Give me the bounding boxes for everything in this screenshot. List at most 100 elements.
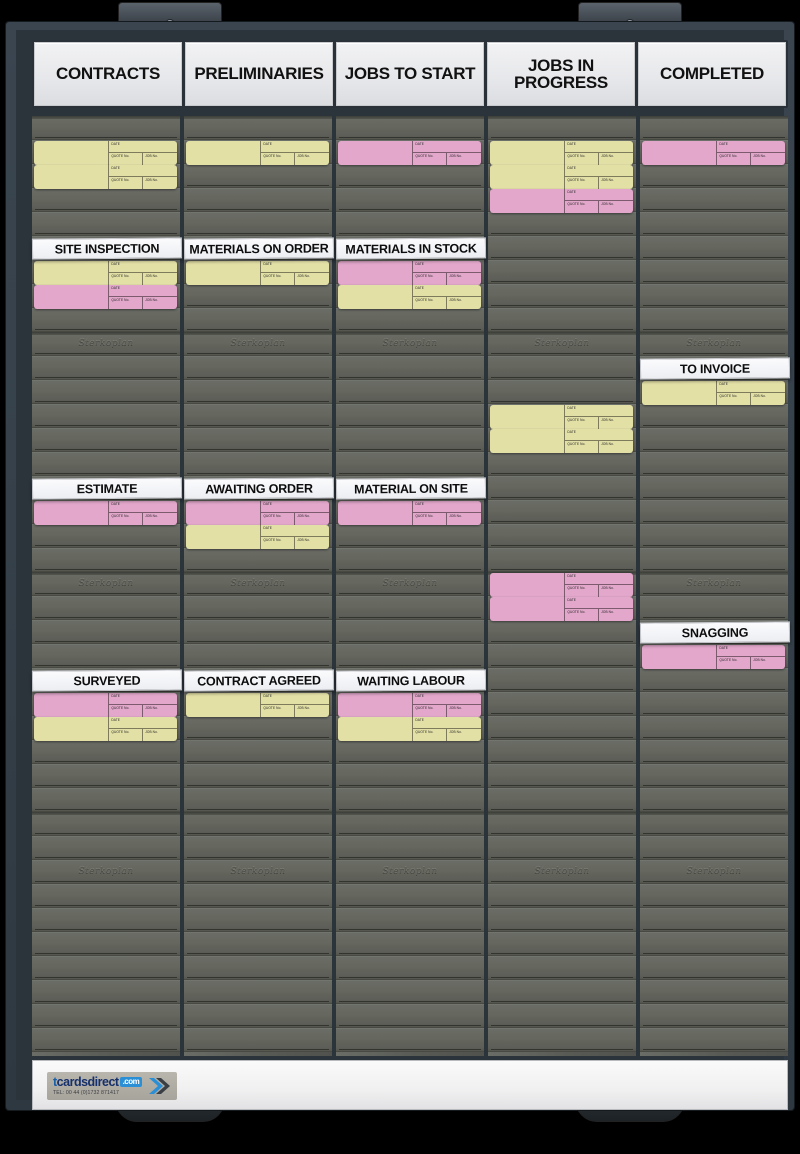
- card-slot[interactable]: [640, 908, 788, 932]
- column-header-contracts[interactable]: CONTRACTS: [34, 42, 182, 106]
- tcard-date-field[interactable]: DATE: [109, 165, 177, 177]
- tcard-job-field[interactable]: JOB No.: [599, 417, 633, 429]
- card-slot[interactable]: [32, 1004, 180, 1028]
- column-section-label[interactable]: ESTIMATE: [31, 477, 183, 500]
- card-slot[interactable]: [488, 692, 636, 716]
- card-slot[interactable]: [640, 260, 788, 284]
- tcard-write-area[interactable]: [490, 429, 564, 453]
- card-slot[interactable]: [184, 596, 332, 620]
- tcard-write-area[interactable]: [490, 165, 564, 189]
- tcard-pink[interactable]: DATE QUOTE No. JOB No.: [34, 285, 177, 309]
- tcard-write-area[interactable]: [338, 501, 412, 525]
- tcard-write-area[interactable]: [34, 717, 108, 741]
- tcard-write-area[interactable]: [338, 717, 412, 741]
- card-slot[interactable]: [488, 116, 636, 140]
- tcard-quote-field[interactable]: QUOTE No.: [413, 705, 448, 717]
- card-slot[interactable]: [488, 884, 636, 908]
- card-slot[interactable]: [336, 980, 484, 1004]
- card-slot[interactable]: [32, 788, 180, 812]
- card-slot[interactable]: [488, 644, 636, 668]
- tcard-yellow[interactable]: DATE QUOTE No. JOB No.: [186, 525, 329, 549]
- tcard-date-field[interactable]: DATE: [565, 573, 633, 585]
- card-slot[interactable]: [640, 308, 788, 332]
- card-slot[interactable]: [640, 932, 788, 956]
- tcard-job-field[interactable]: JOB No.: [143, 513, 177, 525]
- card-slot[interactable]: [184, 332, 332, 356]
- tcard-date-field[interactable]: DATE: [261, 501, 329, 513]
- tcard-date-field[interactable]: DATE: [565, 189, 633, 201]
- tcard-quote-field[interactable]: QUOTE No.: [413, 729, 448, 741]
- card-slot[interactable]: [336, 428, 484, 452]
- tcard-job-field[interactable]: JOB No.: [143, 177, 177, 189]
- card-slot[interactable]: [184, 212, 332, 236]
- card-slot[interactable]: [640, 236, 788, 260]
- tcard-yellow[interactable]: DATE QUOTE No. JOB No.: [490, 405, 633, 429]
- tcard-job-field[interactable]: JOB No.: [295, 273, 329, 285]
- card-slot[interactable]: [184, 164, 332, 188]
- tcard-job-field[interactable]: JOB No.: [447, 273, 481, 285]
- tcard-quote-field[interactable]: QUOTE No.: [565, 609, 600, 621]
- tcard-date-field[interactable]: DATE: [413, 285, 481, 297]
- card-slot[interactable]: [32, 212, 180, 236]
- tcard-date-field[interactable]: DATE: [109, 501, 177, 513]
- card-slot[interactable]: [336, 212, 484, 236]
- card-slot[interactable]: [640, 548, 788, 572]
- card-slot[interactable]: [184, 644, 332, 668]
- tcard-write-area[interactable]: [34, 285, 108, 309]
- tcard-write-area[interactable]: [490, 141, 564, 165]
- tcard-write-area[interactable]: [490, 597, 564, 621]
- card-slot[interactable]: [184, 836, 332, 860]
- tcard-quote-field[interactable]: QUOTE No.: [565, 441, 600, 453]
- card-slot[interactable]: [488, 860, 636, 884]
- tcard-date-field[interactable]: DATE: [413, 717, 481, 729]
- card-slot[interactable]: [184, 788, 332, 812]
- card-slot[interactable]: [336, 596, 484, 620]
- tcard-yellow[interactable]: DATE QUOTE No. JOB No.: [338, 285, 481, 309]
- tcard-quote-field[interactable]: QUOTE No.: [413, 273, 448, 285]
- card-slot[interactable]: [32, 980, 180, 1004]
- column-header-jobs-to-start[interactable]: JOBS TO START: [336, 42, 484, 106]
- tcard-date-field[interactable]: DATE: [413, 261, 481, 273]
- card-slot[interactable]: [184, 188, 332, 212]
- tcard-date-field[interactable]: DATE: [717, 381, 785, 393]
- card-slot[interactable]: [184, 428, 332, 452]
- tcard-job-field[interactable]: JOB No.: [447, 153, 481, 165]
- column-section-label[interactable]: AWAITING ORDER: [183, 477, 335, 500]
- tcard-yellow[interactable]: DATE QUOTE No. JOB No.: [490, 429, 633, 453]
- tcard-pink[interactable]: DATE QUOTE No. JOB No.: [338, 141, 481, 165]
- tcard-quote-field[interactable]: QUOTE No.: [565, 417, 600, 429]
- tcard-job-field[interactable]: JOB No.: [295, 153, 329, 165]
- tcard-yellow[interactable]: DATE QUOTE No. JOB No.: [186, 693, 329, 717]
- card-slot[interactable]: [488, 500, 636, 524]
- tcard-pink[interactable]: DATE QUOTE No. JOB No.: [338, 693, 481, 717]
- card-slot[interactable]: [184, 548, 332, 572]
- tcard-pink[interactable]: DATE QUOTE No. JOB No.: [490, 573, 633, 597]
- tcard-date-field[interactable]: DATE: [565, 165, 633, 177]
- tcard-job-field[interactable]: JOB No.: [599, 201, 633, 213]
- tcard-yellow[interactable]: DATE QUOTE No. JOB No.: [186, 141, 329, 165]
- tcard-pink[interactable]: DATE QUOTE No. JOB No.: [490, 597, 633, 621]
- tcard-quote-field[interactable]: QUOTE No.: [565, 201, 600, 213]
- card-slot[interactable]: [32, 836, 180, 860]
- card-slot[interactable]: [184, 284, 332, 308]
- tcard-date-field[interactable]: DATE: [109, 285, 177, 297]
- tcard-write-area[interactable]: [34, 165, 108, 189]
- card-slot[interactable]: [32, 884, 180, 908]
- column-section-label[interactable]: SURVEYED: [31, 669, 183, 692]
- card-slot[interactable]: [184, 716, 332, 740]
- tcard-write-area[interactable]: [490, 189, 564, 213]
- card-slot[interactable]: [336, 1004, 484, 1028]
- tcard-date-field[interactable]: DATE: [717, 645, 785, 657]
- card-slot[interactable]: [488, 740, 636, 764]
- tcard-pink[interactable]: DATE QUOTE No. JOB No.: [338, 501, 481, 525]
- card-slot[interactable]: [488, 932, 636, 956]
- card-slot[interactable]: [640, 596, 788, 620]
- tcard-quote-field[interactable]: QUOTE No.: [261, 537, 296, 549]
- tcard-write-area[interactable]: [34, 693, 108, 717]
- card-slot[interactable]: [640, 692, 788, 716]
- card-slot[interactable]: [488, 980, 636, 1004]
- column-header-completed[interactable]: COMPLETED: [638, 42, 786, 106]
- card-slot[interactable]: [488, 308, 636, 332]
- tcard-job-field[interactable]: JOB No.: [599, 585, 633, 597]
- tcard-write-area[interactable]: [338, 285, 412, 309]
